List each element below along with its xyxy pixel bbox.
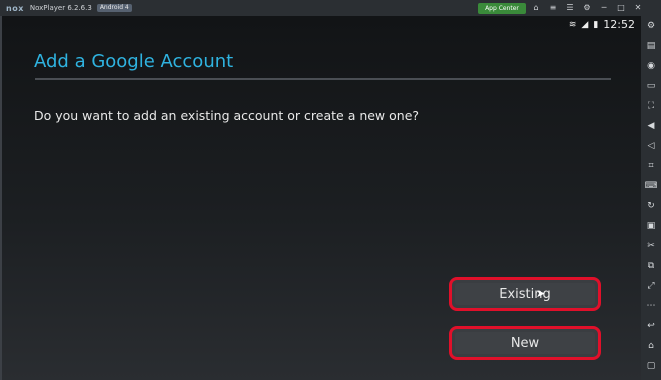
cut-icon[interactable]: ✂	[641, 236, 661, 256]
right-toolbar: ⚙ ▤ ◉ ▭ ⛶ ◀ ◁ ⌗ ⌨ ↻ ▣ ✂ ⧉ ⤢ ⋯ ↩ ⌂ ▢	[641, 16, 661, 380]
multi-instance-icon[interactable]: ⧉	[641, 256, 661, 276]
resize-icon[interactable]: ⤢	[641, 276, 661, 296]
status-time: 12:52	[603, 18, 635, 31]
dialog-question: Do you want to add an existing account o…	[34, 108, 420, 123]
app-center-button[interactable]: App Center	[478, 3, 526, 14]
apk-icon[interactable]: ▣	[641, 216, 661, 236]
maximize-icon[interactable]: □	[616, 2, 626, 14]
screen-icon[interactable]: ▭	[641, 76, 661, 96]
toolbox-icon[interactable]: ▤	[641, 36, 661, 56]
volume-down-icon[interactable]: ◁	[641, 136, 661, 156]
mouse-cursor-icon: ➤	[536, 287, 546, 300]
bag-icon[interactable]: ⌂	[531, 2, 541, 14]
new-label: New	[510, 335, 540, 351]
android-screen: ≋ ◢ ▮ 12:52 Add a Google Account Do you …	[0, 16, 641, 380]
app-name: NoxPlayer 6.2.6.3	[29, 4, 92, 12]
location-icon[interactable]: ◉	[641, 56, 661, 76]
app-center-label: App Center	[485, 5, 519, 12]
nox-logo: nox	[6, 3, 24, 13]
close-icon[interactable]: ✕	[633, 2, 643, 14]
signal-icon: ◢	[581, 19, 589, 30]
title-bar: nox NoxPlayer 6.2.6.3 Android 4 App Cent…	[0, 0, 661, 16]
dialog-title: Add a Google Account	[34, 51, 234, 72]
existing-button[interactable]: Existing	[449, 277, 601, 311]
recent-icon[interactable]: ▢	[641, 356, 661, 376]
volume-up-icon[interactable]: ◀	[641, 116, 661, 136]
minimize-icon[interactable]: ─	[599, 2, 609, 14]
android-badge: Android 4	[96, 4, 132, 12]
battery-icon: ▮	[593, 19, 599, 30]
wifi-icon: ≋	[568, 19, 577, 30]
menu-icon[interactable]: ≡	[548, 2, 558, 14]
settings-icon[interactable]: ☰	[565, 2, 575, 14]
title-divider	[35, 78, 611, 80]
back-icon[interactable]: ↩	[641, 316, 661, 336]
new-button[interactable]: New	[449, 326, 601, 360]
gear-icon[interactable]: ⚙	[641, 16, 661, 36]
keyboard-icon[interactable]: ⌨	[641, 176, 661, 196]
gear-icon[interactable]: ⚙	[582, 2, 592, 14]
more-icon[interactable]: ⋯	[641, 296, 661, 316]
home-icon[interactable]: ⌂	[641, 336, 661, 356]
scan-icon[interactable]: ⌗	[641, 156, 661, 176]
status-bar: ≋ ◢ ▮ 12:52	[569, 18, 635, 31]
rotate-icon[interactable]: ↻	[641, 196, 661, 216]
fullscreen-icon[interactable]: ⛶	[641, 96, 661, 116]
